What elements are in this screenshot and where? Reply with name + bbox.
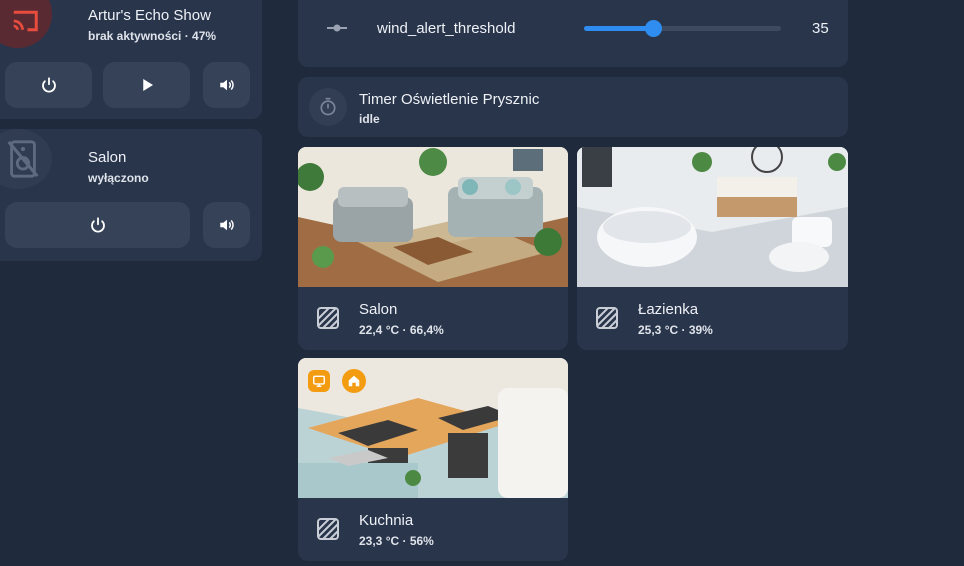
monitor-icon (313, 375, 325, 387)
volume-button[interactable] (203, 62, 250, 108)
speaker-off-icon-badge[interactable] (0, 129, 52, 189)
area-stripes-icon (596, 307, 618, 329)
area-stats: 25,3 °C · 39% (638, 323, 713, 337)
slider-entity-icon (327, 24, 347, 32)
area-stats: 23,3 °C · 56% (359, 534, 434, 548)
area-stats: 22,4 °C · 66,4% (359, 323, 444, 337)
volume-icon (219, 79, 234, 91)
device-status: wyłączono (88, 171, 149, 185)
area-name: Łazienka (638, 301, 699, 318)
cast-icon (13, 10, 38, 32)
home-badge-icon-wrap[interactable] (342, 369, 366, 393)
media-player-card-salon: Salon wyłączono (0, 129, 262, 261)
volume-icon (219, 219, 234, 231)
bathroom-image (577, 147, 848, 287)
area-name: Kuchnia (359, 512, 414, 529)
power-button[interactable] (5, 202, 190, 248)
area-card-kuchnia[interactable]: Kuchnia 23,3 °C · 56% (298, 358, 568, 561)
living-room-image (298, 147, 568, 287)
number-slider-card: wind_alert_threshold 35 (298, 0, 848, 67)
volume-button[interactable] (203, 202, 250, 248)
play-icon (142, 79, 153, 91)
slider-value: 35 (812, 20, 829, 37)
timer-state: idle (359, 112, 380, 126)
power-button[interactable] (5, 62, 92, 108)
area-info: Salon 22,4 °C · 66,4% (298, 287, 568, 350)
area-stripes-icon (317, 307, 339, 329)
device-badge-icon-wrap[interactable] (308, 370, 330, 392)
slider-track[interactable] (584, 20, 781, 37)
timer-name: Timer Oświetlenie Prysznic (359, 91, 540, 108)
area-info: Łazienka 25,3 °C · 39% (577, 287, 848, 350)
area-card-salon[interactable]: Salon 22,4 °C · 66,4% (298, 147, 568, 350)
power-icon (41, 77, 56, 93)
slider-label: wind_alert_threshold (377, 20, 516, 37)
device-status: brak aktywności · 47% (88, 29, 217, 43)
area-card-lazienka[interactable]: Łazienka 25,3 °C · 39% (577, 147, 848, 350)
area-name: Salon (359, 301, 398, 318)
slider-handle[interactable] (645, 20, 662, 37)
kitchen-image (298, 358, 568, 498)
home-icon (348, 375, 360, 387)
area-info: Kuchnia 23,3 °C · 56% (298, 498, 568, 561)
timer-card[interactable]: Timer Oświetlenie Prysznic idle (298, 77, 848, 137)
play-button[interactable] (103, 62, 190, 108)
area-stripes-icon (317, 518, 339, 540)
timer-icon (320, 97, 336, 116)
device-name: Salon (88, 149, 127, 166)
timer-icon-badge (309, 88, 347, 126)
cast-icon-badge[interactable] (0, 0, 52, 48)
speaker-off-icon (7, 140, 39, 178)
slider-fill (584, 26, 653, 31)
media-player-card-echo-show: Artur's Echo Show brak aktywności · 47% (0, 0, 262, 119)
power-icon (90, 217, 105, 233)
device-name: Artur's Echo Show (88, 7, 211, 24)
